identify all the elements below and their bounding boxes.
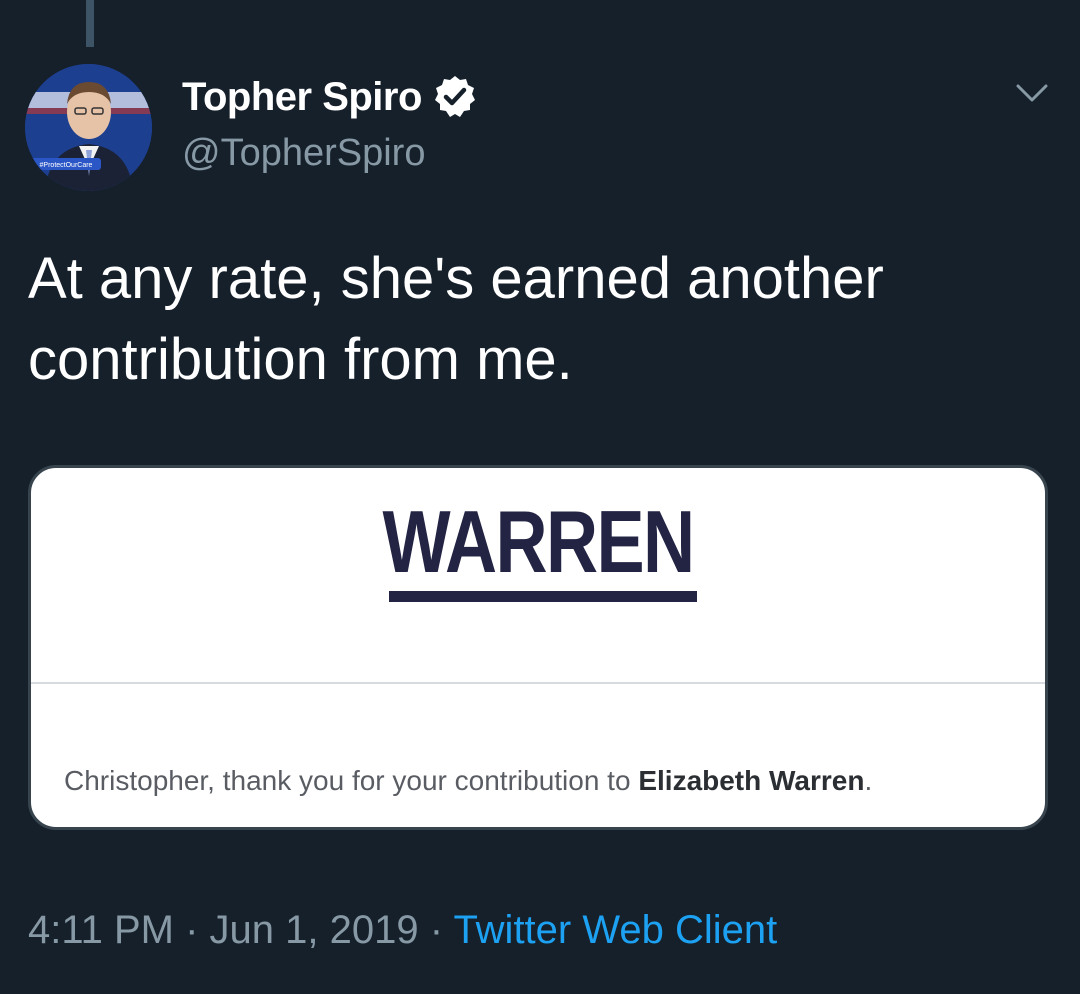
- thank-you-suffix: .: [864, 765, 873, 796]
- avatar-photo: #ProtectOurCare: [25, 64, 152, 191]
- avatar[interactable]: #ProtectOurCare: [25, 64, 152, 191]
- tweet-date[interactable]: Jun 1, 2019: [210, 908, 419, 952]
- tweet-text-line: contribution from me.: [28, 327, 573, 392]
- meta-separator: ·: [174, 908, 210, 952]
- author-name-row[interactable]: Topher Spiro: [182, 73, 478, 121]
- chevron-down-icon[interactable]: [1012, 78, 1052, 108]
- author-handle[interactable]: @TopherSpiro: [182, 130, 425, 176]
- tweet-source-link[interactable]: Twitter Web Client: [453, 908, 777, 952]
- logo-underline: [389, 591, 697, 602]
- attached-image[interactable]: WARREN Christopher, thank you for your c…: [28, 465, 1048, 830]
- tweet-text-line: At any rate, she's earned another: [28, 246, 884, 311]
- thank-you-prefix: Christopher, thank you for your contribu…: [64, 765, 639, 796]
- thank-you-message: Christopher, thank you for your contribu…: [64, 764, 872, 798]
- display-name[interactable]: Topher Spiro: [182, 73, 422, 121]
- avatar-banner-text: #ProtectOurCare: [40, 162, 93, 169]
- meta-separator: ·: [418, 908, 454, 952]
- verified-badge-icon: [434, 76, 475, 117]
- card-divider: [31, 682, 1045, 684]
- thank-you-recipient: Elizabeth Warren: [638, 765, 865, 796]
- warren-logo-text: WARREN: [382, 492, 696, 591]
- tweet-text: At any rate, she's earned another contri…: [28, 238, 1048, 400]
- thread-connector-line: [86, 0, 94, 47]
- tweet-time[interactable]: 4:11 PM: [28, 908, 174, 952]
- tweet-metadata: 4:11 PM · Jun 1, 2019 · Twitter Web Clie…: [28, 906, 777, 954]
